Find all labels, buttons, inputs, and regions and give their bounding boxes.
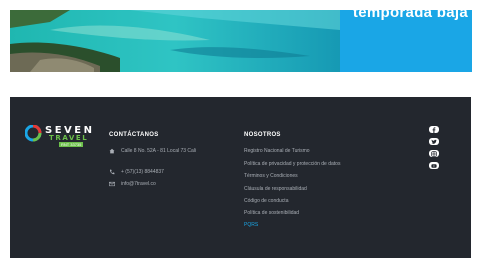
contact-heading: CONTÁCTANOS — [109, 132, 159, 138]
link-terminos[interactable]: Términos y Condiciones — [244, 173, 298, 179]
facebook-glyph-icon — [432, 126, 436, 133]
contact-email-text: info@7travel.co — [121, 181, 156, 187]
instagram-icon[interactable] — [429, 150, 439, 157]
contact-email[interactable]: info@7travel.co — [109, 181, 227, 187]
beach-photo — [10, 10, 340, 72]
logo-rnt-tag: RNT 33735 — [59, 142, 84, 147]
contact-address-text: Calle 8 No. 52A - 81 Local 73 Cali — [121, 148, 197, 154]
site-footer: SEVEN TRAVEL RNT 33735 CONTÁCTANOS Calle… — [10, 97, 471, 258]
youtube-icon[interactable] — [429, 162, 439, 169]
promo-banner-text: temporada baja — [352, 10, 468, 21]
logo-mark-icon — [25, 125, 42, 142]
link-registro-turismo[interactable]: Registro Nacional de Turismo — [244, 148, 310, 154]
youtube-glyph-icon — [431, 163, 437, 168]
seven-travel-logo[interactable]: SEVEN TRAVEL RNT 33735 — [25, 125, 105, 147]
link-politica-privacidad[interactable]: Política de privacidad y protección de d… — [244, 161, 340, 167]
link-politica-sostenibilidad[interactable]: Política de sostenibilidad — [244, 210, 299, 216]
nosotros-heading: NOSOTROS — [244, 132, 281, 138]
twitter-icon[interactable] — [429, 138, 439, 145]
home-icon — [109, 148, 115, 154]
contact-phone[interactable]: + (57)(13) 8844837 — [109, 169, 227, 175]
hero-banner: temporada baja — [10, 10, 472, 72]
phone-icon — [109, 169, 115, 175]
mail-icon — [109, 181, 115, 187]
link-clausula-responsabilidad[interactable]: Cláusula de responsabilidad — [244, 186, 307, 192]
contact-phone-text: + (57)(13) 8844837 — [121, 169, 164, 175]
contact-address: Calle 8 No. 52A - 81 Local 73 Cali — [109, 148, 227, 154]
link-pqrs[interactable]: PQRS — [244, 222, 258, 228]
instagram-glyph-icon — [431, 150, 437, 157]
link-codigo-conducta[interactable]: Código de conducta — [244, 198, 288, 204]
promo-banner: temporada baja — [340, 10, 472, 72]
logo-travel-text: TRAVEL — [49, 134, 89, 142]
facebook-icon[interactable] — [429, 126, 439, 133]
twitter-glyph-icon — [431, 139, 437, 144]
